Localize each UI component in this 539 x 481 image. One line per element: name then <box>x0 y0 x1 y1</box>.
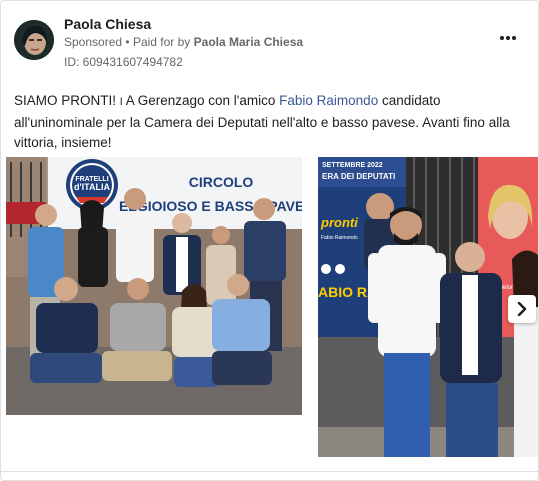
card-divider <box>1 471 538 472</box>
sponsored-label: Sponsored <box>64 35 123 49</box>
author-name[interactable]: Paola Chiesa <box>64 16 151 32</box>
fdi-logo-line2: d'ITALIA <box>74 182 110 192</box>
author-avatar[interactable] <box>14 20 54 60</box>
carousel-photo-2[interactable]: SETTEMBRE 2022 ERA DEI DEPUTATI pronti F… <box>318 157 538 457</box>
banner-line1: CIRCOLO <box>189 174 254 190</box>
poster-title: ERA DEI DEPUTATI <box>322 172 395 181</box>
poster-date: SETTEMBRE 2022 <box>322 162 383 169</box>
paid-for-prefix: Paid for by <box>132 35 191 49</box>
carousel-next-button[interactable] <box>508 295 536 323</box>
post-body: SIAMO PRONTI! Ⅰ A Gerenzago con l'amico … <box>14 93 510 150</box>
more-dots-icon <box>500 36 504 40</box>
ad-card: Paola Chiesa Sponsored • Paid for by Pao… <box>0 0 539 481</box>
payer-name: Paola Maria Chiesa <box>193 35 304 49</box>
chevron-right-icon <box>517 302 527 316</box>
poster-sub: Fabio Raimondo <box>321 235 358 241</box>
more-options-button[interactable] <box>497 31 519 45</box>
ad-id: ID: 609431607494782 <box>64 55 183 69</box>
separator-dot: • <box>125 35 133 49</box>
candidate-photo: SETTEMBRE 2022 ERA DEI DEPUTATI pronti F… <box>318 157 538 457</box>
group-photo: FRATELLI d'ITALIA CIRCOLO ELGIOIOSO E BA… <box>6 157 302 415</box>
sponsored-line: Sponsored • Paid for by Paola Maria Chie… <box>64 35 303 49</box>
mention-link[interactable]: Fabio Raimondo <box>279 93 378 108</box>
poster-pronti: pronti <box>320 215 358 230</box>
avatar-image <box>14 20 54 60</box>
carousel-photo-1[interactable]: FRATELLI d'ITALIA CIRCOLO ELGIOIOSO E BA… <box>6 157 302 415</box>
